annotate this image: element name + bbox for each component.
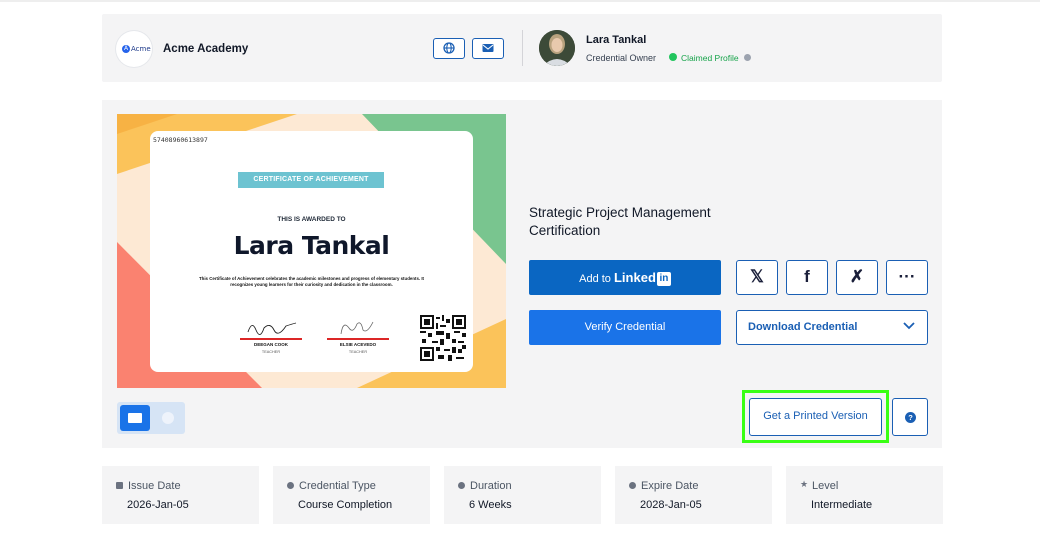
x-icon: 𝕏: [750, 267, 764, 286]
signer-role: TEACHER: [261, 350, 281, 354]
detail-issue-date: Issue Date 2026-Jan-05: [102, 466, 259, 524]
linkedin-prefix: Add to: [579, 273, 611, 285]
issuer-header: A Acme Acme Academy Lara Tankal Credentia…: [102, 14, 942, 82]
chevron-down-icon: [903, 322, 915, 330]
awarded-to-label: THIS IS AWARDED TO: [277, 216, 346, 223]
detail-label: Expire Date: [641, 480, 699, 492]
detail-value: Intermediate: [811, 499, 873, 511]
qr-code: [420, 315, 466, 361]
add-to-linkedin-button[interactable]: Add to Linked in: [529, 260, 721, 295]
download-credential-dropdown[interactable]: Download Credential: [736, 310, 928, 345]
detail-credential-type: Credential Type Course Completion: [273, 466, 430, 524]
detail-value: 6 Weeks: [469, 499, 512, 511]
signer-name: ELSIE ACEVEDO: [339, 342, 377, 347]
detail-label: Duration: [470, 480, 512, 492]
certificate-icon: [128, 413, 142, 423]
download-credential-label: Download Credential: [748, 321, 858, 333]
verify-credential-button[interactable]: Verify Credential: [529, 310, 721, 345]
question-icon: ?: [905, 412, 916, 423]
mail-icon: [482, 44, 494, 52]
owner-role: Credential Owner: [586, 53, 657, 63]
calendar-icon: [116, 482, 123, 489]
share-x-button[interactable]: 𝕏: [736, 260, 778, 295]
xing-icon: ✗: [849, 267, 865, 286]
share-facebook-button[interactable]: f: [786, 260, 828, 295]
detail-value: 2028-Jan-05: [640, 499, 702, 511]
detail-value: 2026-Jan-05: [127, 499, 189, 511]
award-icon: [287, 482, 294, 489]
star-icon: ★: [800, 479, 809, 489]
signer-name: DEEGAN COOK: [253, 342, 288, 347]
signature-scribble: [247, 322, 297, 335]
linkedin-brand: Linked: [613, 270, 656, 285]
certificate-serial: 57408960613897: [153, 136, 208, 144]
detail-expire-date: Expire Date 2028-Jan-05: [615, 466, 772, 524]
email-button[interactable]: [472, 38, 504, 59]
detail-level: ★ Level Intermediate: [786, 466, 943, 524]
print-help-button[interactable]: ?: [892, 398, 928, 436]
linkedin-icon: in: [656, 272, 671, 286]
check-circle-icon: [669, 53, 677, 61]
recipient-name: Lara Tankal: [233, 231, 390, 260]
credential-panel: 57408960613897 CERTIFICATE OF ACHIEVEMEN…: [102, 100, 942, 448]
certificate-paper: 57408960613897 CERTIFICATE OF ACHIEVEMEN…: [150, 131, 473, 372]
signer-role: TEACHER: [348, 350, 368, 354]
header-divider: [522, 30, 523, 66]
clock-icon: [458, 482, 465, 489]
certificate-description: This Certificate of Achievement celebrat…: [198, 276, 425, 287]
detail-duration: Duration 6 Weeks: [444, 466, 601, 524]
signature-2: ELSIE ACEVEDO TEACHER: [327, 318, 389, 354]
certificate-image[interactable]: 57408960613897 CERTIFICATE OF ACHIEVEMEN…: [117, 114, 506, 388]
globe-icon: [443, 42, 455, 54]
share-xing-button[interactable]: ✗: [836, 260, 878, 295]
get-printed-version-button[interactable]: Get a Printed Version: [749, 398, 882, 436]
top-border: [0, 0, 1040, 2]
claimed-profile-label: Claimed Profile: [681, 53, 739, 63]
owner-name: Lara Tankal: [586, 34, 647, 46]
signature-scribble: [340, 321, 374, 335]
detail-label: Level: [812, 480, 839, 492]
org-name: Acme Academy: [163, 43, 249, 55]
certificate-view-toggle[interactable]: [120, 405, 150, 431]
website-button[interactable]: [433, 38, 465, 59]
detail-label: Credential Type: [299, 480, 376, 492]
facebook-icon: f: [804, 267, 810, 286]
badge-view-toggle[interactable]: [162, 412, 174, 424]
share-more-button[interactable]: ···: [886, 260, 928, 295]
org-logo: A Acme: [116, 31, 152, 67]
more-icon: ···: [898, 267, 916, 286]
signature-1: DEEGAN COOK TEACHER: [240, 318, 302, 354]
help-icon[interactable]: [744, 54, 751, 61]
detail-value: Course Completion: [298, 499, 393, 511]
view-toggle: [117, 402, 185, 434]
expire-icon: [629, 482, 636, 489]
owner-avatar: [539, 30, 575, 66]
credential-title: Strategic Project Management Certificati…: [529, 205, 711, 238]
org-logo-text: Acme: [131, 45, 151, 53]
certificate-banner: CERTIFICATE OF ACHIEVEMENT: [238, 172, 384, 188]
detail-label: Issue Date: [128, 480, 181, 492]
